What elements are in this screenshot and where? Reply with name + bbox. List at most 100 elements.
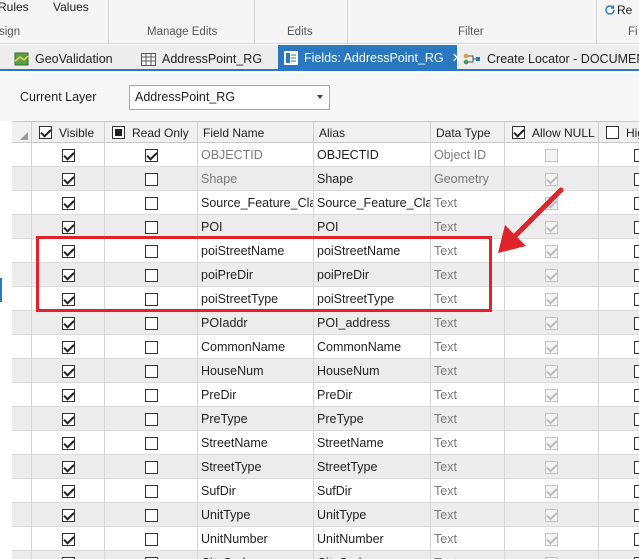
visible-cell[interactable] xyxy=(32,143,105,167)
table-row[interactable]: PreDir PreDir Text xyxy=(12,383,639,407)
highlight-cell[interactable] xyxy=(599,287,639,311)
read-only-cell[interactable] xyxy=(105,431,198,455)
read-only-checkbox[interactable] xyxy=(144,508,158,522)
alias-cell[interactable]: PreDir xyxy=(314,383,431,407)
alias-cell[interactable]: PreType xyxy=(314,407,431,431)
read-only-checkbox[interactable] xyxy=(144,388,158,402)
highlight-checkbox[interactable] xyxy=(634,436,639,450)
data-type-cell[interactable]: Text xyxy=(431,479,505,503)
read-only-checkbox[interactable] xyxy=(144,484,158,498)
highlight-cell[interactable] xyxy=(599,143,639,167)
column-header-field-name[interactable]: Field Name xyxy=(198,122,314,143)
alias-cell[interactable]: CityCode xyxy=(314,551,431,559)
visible-cell[interactable] xyxy=(32,479,105,503)
read-only-cell[interactable] xyxy=(105,167,198,191)
field-name-cell[interactable]: StreetName xyxy=(198,431,314,455)
visible-cell[interactable] xyxy=(32,383,105,407)
column-header-visible[interactable]: Visible xyxy=(32,122,105,143)
row-header[interactable] xyxy=(12,479,32,503)
data-type-cell[interactable]: Text xyxy=(431,455,505,479)
read-only-checkbox[interactable] xyxy=(144,172,158,186)
read-only-cell[interactable] xyxy=(105,407,198,431)
header-allow-null-checkbox[interactable] xyxy=(512,126,525,139)
data-type-cell[interactable]: Text xyxy=(431,191,505,215)
table-row[interactable]: SufDir SufDir Text xyxy=(12,479,639,503)
visible-cell[interactable] xyxy=(32,407,105,431)
read-only-cell[interactable] xyxy=(105,479,198,503)
highlight-checkbox[interactable] xyxy=(634,292,639,306)
column-header-data-type[interactable]: Data Type xyxy=(431,122,505,143)
visible-checkbox[interactable] xyxy=(61,508,75,522)
visible-checkbox[interactable] xyxy=(61,388,75,402)
table-row[interactable]: UnitType UnitType Text xyxy=(12,503,639,527)
table-row[interactable]: POIaddr POI_address Text xyxy=(12,311,639,335)
header-visible-checkbox[interactable] xyxy=(39,126,52,139)
field-name-cell[interactable]: Shape xyxy=(198,167,314,191)
visible-checkbox[interactable] xyxy=(61,412,75,426)
table-row[interactable]: PreType PreType Text xyxy=(12,407,639,431)
visible-checkbox[interactable] xyxy=(61,148,75,162)
data-type-cell[interactable]: Object ID xyxy=(431,143,505,167)
alias-cell[interactable]: UnitType xyxy=(314,503,431,527)
highlight-cell[interactable] xyxy=(599,431,639,455)
highlight-cell[interactable] xyxy=(599,191,639,215)
alias-cell[interactable]: UnitNumber xyxy=(314,527,431,551)
ribbon-reset-button[interactable]: Re xyxy=(617,3,632,17)
highlight-checkbox[interactable] xyxy=(634,196,639,210)
highlight-cell[interactable] xyxy=(599,263,639,287)
highlight-checkbox[interactable] xyxy=(634,484,639,498)
row-header[interactable] xyxy=(12,431,32,455)
read-only-checkbox[interactable] xyxy=(144,196,158,210)
highlight-cell[interactable] xyxy=(599,167,639,191)
visible-cell[interactable] xyxy=(32,431,105,455)
highlight-cell[interactable] xyxy=(599,335,639,359)
data-type-cell[interactable]: Text xyxy=(431,383,505,407)
field-name-cell[interactable]: UnitType xyxy=(198,503,314,527)
visible-cell[interactable] xyxy=(32,335,105,359)
alias-cell[interactable]: StreetType xyxy=(314,455,431,479)
highlight-cell[interactable] xyxy=(599,383,639,407)
field-name-cell[interactable]: CityCode xyxy=(198,551,314,559)
alias-cell[interactable]: StreetName xyxy=(314,431,431,455)
read-only-cell[interactable] xyxy=(105,527,198,551)
highlight-cell[interactable] xyxy=(599,479,639,503)
row-header[interactable] xyxy=(12,287,32,311)
row-header[interactable] xyxy=(12,335,32,359)
alias-cell[interactable]: HouseNum xyxy=(314,359,431,383)
select-all-corner[interactable] xyxy=(12,122,32,143)
row-header[interactable] xyxy=(12,359,32,383)
visible-checkbox[interactable] xyxy=(61,316,75,330)
field-name-cell[interactable]: StreetType xyxy=(198,455,314,479)
data-type-cell[interactable]: Text xyxy=(431,503,505,527)
ribbon-rules-button[interactable]: Rules xyxy=(0,0,29,14)
highlight-checkbox[interactable] xyxy=(634,268,639,282)
field-name-cell[interactable]: CommonName xyxy=(198,335,314,359)
data-type-cell[interactable]: Text xyxy=(431,359,505,383)
visible-checkbox[interactable] xyxy=(61,220,75,234)
field-name-cell[interactable]: UnitNumber xyxy=(198,527,314,551)
highlight-cell[interactable] xyxy=(599,527,639,551)
read-only-cell[interactable] xyxy=(105,383,198,407)
visible-checkbox[interactable] xyxy=(61,484,75,498)
column-header-read-only[interactable]: Read Only xyxy=(105,122,198,143)
column-header-alias[interactable]: Alias xyxy=(314,122,431,143)
highlight-checkbox[interactable] xyxy=(634,316,639,330)
table-row[interactable]: OBJECTID OBJECTID Object ID xyxy=(12,143,639,167)
table-row[interactable]: StreetType StreetType Text xyxy=(12,455,639,479)
visible-cell[interactable] xyxy=(32,503,105,527)
visible-checkbox[interactable] xyxy=(61,364,75,378)
highlight-checkbox[interactable] xyxy=(634,220,639,234)
row-header[interactable] xyxy=(12,191,32,215)
read-only-cell[interactable] xyxy=(105,191,198,215)
read-only-checkbox[interactable] xyxy=(144,412,158,426)
current-layer-select[interactable]: AddressPoint_RG xyxy=(129,85,330,110)
read-only-checkbox[interactable] xyxy=(144,148,158,162)
alias-cell[interactable]: Shape xyxy=(314,167,431,191)
visible-cell[interactable] xyxy=(32,311,105,335)
visible-cell[interactable] xyxy=(32,167,105,191)
highlight-cell[interactable] xyxy=(599,551,639,559)
read-only-cell[interactable] xyxy=(105,551,198,559)
table-row[interactable]: UnitNumber UnitNumber Text xyxy=(12,527,639,551)
ribbon-values-button[interactable]: Values xyxy=(53,0,89,14)
highlight-checkbox[interactable] xyxy=(634,172,639,186)
